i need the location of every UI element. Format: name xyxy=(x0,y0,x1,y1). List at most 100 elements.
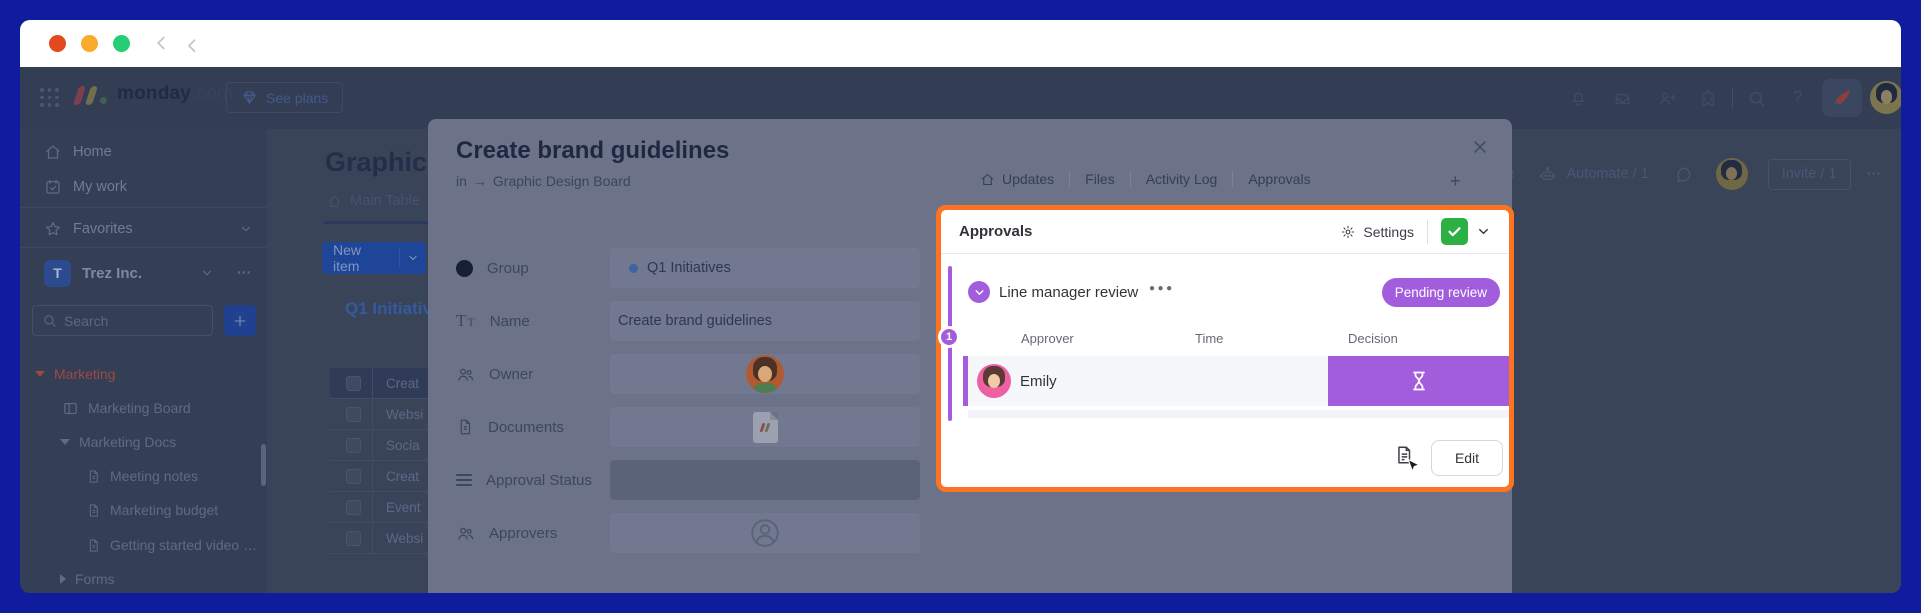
row-checkbox[interactable] xyxy=(346,376,361,391)
add-tab-button[interactable]: + xyxy=(1450,171,1461,192)
approval-status-value-cell[interactable] xyxy=(610,460,920,500)
help-question-icon[interactable]: ? xyxy=(1793,87,1802,107)
invite-button[interactable]: Invite / 1 xyxy=(1768,159,1851,190)
apps-grid-icon[interactable] xyxy=(40,88,60,108)
gem-icon xyxy=(241,89,258,106)
getting-started-video-label: Getting started video … xyxy=(110,537,257,553)
sidebar-item-home[interactable]: Home xyxy=(44,140,112,164)
chevron-down-icon xyxy=(239,222,253,236)
close-window-button[interactable] xyxy=(49,35,66,52)
person-circle-icon xyxy=(748,516,782,550)
my-work-label: My work xyxy=(73,179,127,195)
sidebar-item-getting-started-video[interactable]: Getting started video … xyxy=(86,534,257,556)
workspace-avatar: T xyxy=(44,260,71,287)
tab-main-table[interactable]: Main Table xyxy=(327,193,420,209)
column-header-approver: Approver xyxy=(1021,331,1074,346)
chevron-down-icon xyxy=(973,286,986,299)
group-title-label: Q1 Initiatives xyxy=(345,299,430,319)
sidebar-folder-marketing-docs[interactable]: Marketing Docs xyxy=(60,431,176,453)
status-column-icon xyxy=(456,472,472,489)
home-icon xyxy=(980,172,995,187)
apps-puzzle-icon[interactable] xyxy=(1699,89,1718,108)
sidebar-search[interactable] xyxy=(32,305,213,336)
logo-dot xyxy=(100,97,107,104)
approvals-title: Approvals xyxy=(959,223,1340,240)
sidebar-item-my-work[interactable]: My work xyxy=(44,175,127,199)
search-icon[interactable] xyxy=(1747,89,1766,108)
review-status-icon[interactable] xyxy=(968,281,990,303)
group-color-dot xyxy=(629,264,638,273)
invite-person-icon[interactable] xyxy=(1657,89,1676,108)
row-checkbox[interactable] xyxy=(346,407,361,422)
row-accent-bar xyxy=(963,356,968,406)
row-checkbox[interactable] xyxy=(346,500,361,515)
sidebar-folder-marketing[interactable]: Marketing xyxy=(35,363,115,385)
forms-label: Forms xyxy=(75,571,115,587)
board-menu-icon[interactable]: ⋯ xyxy=(1867,166,1884,182)
monday-logo[interactable]: monday.com xyxy=(76,83,233,105)
see-plans-button[interactable]: See plans xyxy=(226,82,343,113)
close-icon[interactable] xyxy=(1470,137,1490,157)
automate-label[interactable]: Automate / 1 xyxy=(1566,166,1648,182)
marketing-budget-label: Marketing budget xyxy=(110,502,218,518)
new-item-button[interactable]: New item xyxy=(322,242,426,274)
main-table-label: Main Table xyxy=(350,193,420,209)
chevron-down-icon[interactable] xyxy=(1476,224,1491,239)
documents-value-cell[interactable] xyxy=(610,407,920,447)
field-label-approval-status: Approval Status xyxy=(456,460,592,500)
new-item-dropdown[interactable] xyxy=(400,252,426,264)
edit-button[interactable]: Edit xyxy=(1431,440,1503,476)
tab-activity-log[interactable]: Activity Log xyxy=(1131,171,1233,187)
collapsed-arrow-icon xyxy=(60,574,66,584)
automate-robot-icon[interactable] xyxy=(1538,165,1557,184)
user-avatar[interactable] xyxy=(1870,81,1901,114)
sidebar-scrollbar[interactable] xyxy=(261,444,266,486)
approvers-value-cell[interactable] xyxy=(610,513,920,553)
tab-approvals[interactable]: Approvals xyxy=(1233,171,1325,187)
owner-avatar xyxy=(746,355,784,393)
sidebar-item-marketing-budget[interactable]: Marketing budget xyxy=(86,499,218,521)
minimize-window-button[interactable] xyxy=(81,35,98,52)
forward-icon[interactable] xyxy=(178,32,200,54)
sidebar-item-meeting-notes[interactable]: Meeting notes xyxy=(86,465,198,487)
people-icon xyxy=(456,524,475,543)
workspace-menu-icon[interactable]: ⋯ xyxy=(237,265,254,281)
approver-avatar xyxy=(977,364,1011,398)
search-input[interactable] xyxy=(64,313,184,329)
group-value-cell[interactable]: Q1 Initiatives xyxy=(610,248,920,288)
expand-arrow-icon xyxy=(60,439,70,445)
breadcrumb-board-link[interactable]: Graphic Design Board xyxy=(493,173,631,189)
decision-cell-pending[interactable] xyxy=(1328,356,1509,406)
sidebar-item-favorites[interactable]: Favorites xyxy=(44,217,253,241)
active-tab-underline xyxy=(323,221,435,224)
field-label-name: TT Name xyxy=(456,301,530,341)
board-member-avatar[interactable] xyxy=(1716,158,1748,190)
inbox-tray-icon[interactable] xyxy=(1613,89,1632,108)
notifications-bell-icon[interactable] xyxy=(1569,89,1588,108)
name-value-cell[interactable]: Create brand guidelines xyxy=(610,301,920,341)
tab-files[interactable]: Files xyxy=(1070,171,1130,187)
row-checkbox[interactable] xyxy=(346,531,361,546)
sidebar-item-marketing-board[interactable]: Marketing Board xyxy=(62,397,191,419)
rocket-chip[interactable] xyxy=(1822,79,1862,117)
hourglass-icon xyxy=(1407,369,1431,393)
plus-icon xyxy=(232,313,248,329)
name-label: Name xyxy=(490,313,530,330)
add-board-button[interactable] xyxy=(224,305,256,336)
review-menu-icon[interactable]: ●●● xyxy=(1149,283,1175,294)
group-title[interactable]: Q1 Initiatives xyxy=(335,299,430,319)
back-icon[interactable] xyxy=(150,32,172,54)
chat-bubble-icon[interactable] xyxy=(1675,165,1694,184)
workspace-name: Trez Inc. xyxy=(82,265,189,282)
row-checkbox[interactable] xyxy=(346,469,361,484)
settings-button[interactable]: Settings xyxy=(1340,224,1414,240)
column-header-decision: Decision xyxy=(1348,331,1398,346)
maximize-window-button[interactable] xyxy=(113,35,130,52)
tab-updates[interactable]: Updates xyxy=(965,171,1069,187)
owner-value-cell[interactable] xyxy=(610,354,920,394)
row-checkbox[interactable] xyxy=(346,438,361,453)
sidebar-folder-forms[interactable]: Forms xyxy=(60,568,115,590)
workspace-selector[interactable]: T Trez Inc. ⋯ xyxy=(44,261,253,285)
people-icon xyxy=(456,365,475,384)
approve-checkbox[interactable] xyxy=(1441,218,1468,245)
